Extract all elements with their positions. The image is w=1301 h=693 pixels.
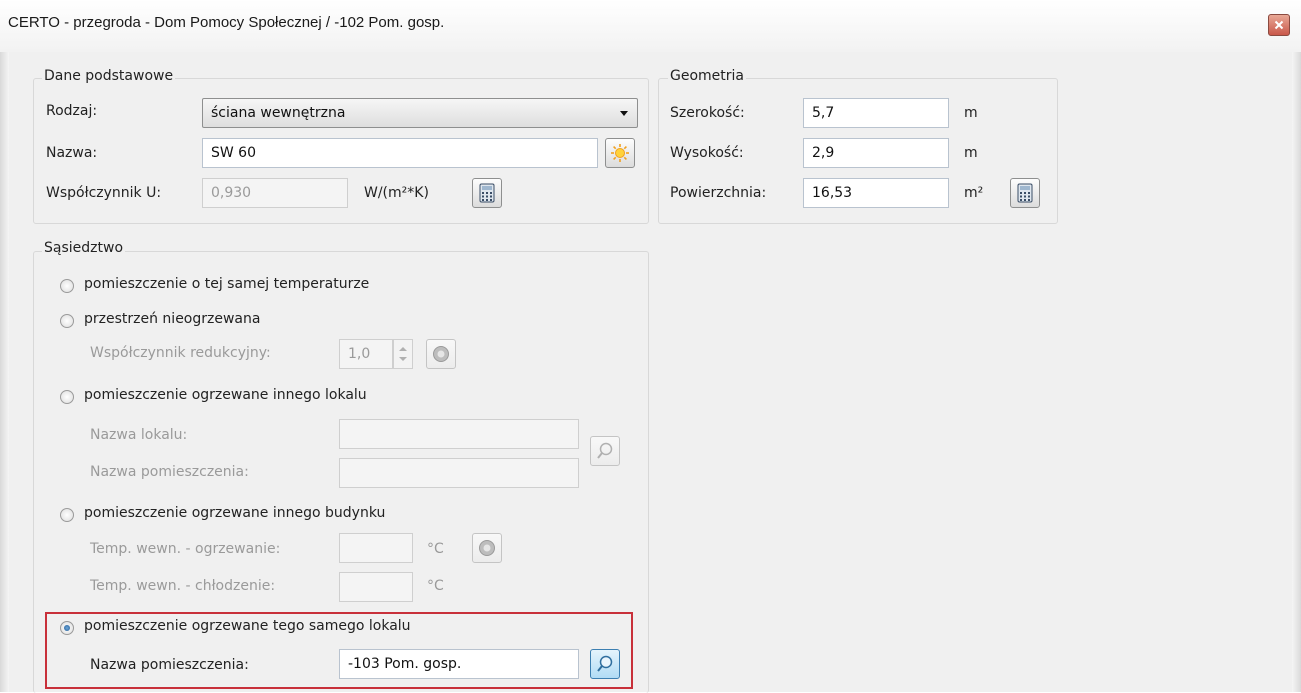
area-unit: m²: [964, 185, 984, 201]
sun-button[interactable]: [605, 138, 635, 168]
same-unit-room-name-field[interactable]: -103 Pom. gosp.: [339, 649, 579, 679]
neighborhood-title: Sąsiedztwo: [42, 240, 126, 256]
u-coefficient-value: 0,930: [211, 185, 252, 201]
type-select[interactable]: ściana wewnętrzna: [202, 98, 638, 128]
u-calculator-button[interactable]: [472, 178, 502, 208]
other-unit-search-button: [590, 436, 620, 466]
dialog-window: CERTO - przegroda - Dom Pomocy Społeczne…: [0, 0, 1301, 693]
radio-unheated-space[interactable]: [60, 314, 74, 328]
chevron-down-icon: [620, 111, 628, 116]
unit-name-label: Nazwa lokalu:: [90, 427, 188, 443]
reduction-coefficient-value: 1,0: [348, 346, 371, 362]
temp-cooling-unit: °C: [427, 578, 444, 594]
radio-other-building[interactable]: [60, 508, 74, 522]
name-field-value: SW 60: [211, 145, 256, 161]
same-unit-room-name-label: Nazwa pomieszczenia:: [90, 657, 249, 673]
same-unit-room-name-value: -103 Pom. gosp.: [348, 656, 462, 672]
other-unit-room-name-field: [339, 458, 579, 488]
width-field-value: 5,7: [812, 105, 835, 121]
reduction-spinner: [393, 339, 413, 369]
name-field[interactable]: SW 60: [202, 138, 598, 168]
close-button[interactable]: [1268, 14, 1290, 36]
window-left-border: [0, 52, 9, 692]
title-bar: CERTO - przegroda - Dom Pomocy Społeczne…: [0, 0, 1301, 52]
close-icon: [1274, 20, 1284, 30]
temp-help-button: [472, 533, 502, 563]
unit-name-field: [339, 419, 579, 449]
width-unit: m: [964, 105, 978, 121]
spin-down-icon: [399, 357, 407, 361]
reduction-help-button: [426, 339, 456, 369]
height-label: Wysokość:: [670, 145, 744, 161]
option-unheated-space-label[interactable]: przestrzeń nieogrzewana: [84, 311, 260, 327]
u-coefficient-field: 0,930: [202, 178, 348, 208]
spin-up-icon: [399, 347, 407, 351]
type-label: Rodzaj:: [46, 103, 98, 119]
radio-same-temperature[interactable]: [60, 279, 74, 293]
name-label: Nazwa:: [46, 145, 98, 161]
u-coefficient-label: Współczynnik U:: [46, 185, 162, 201]
height-field[interactable]: 2,9: [803, 138, 949, 168]
basic-data-title: Dane podstawowe: [42, 68, 176, 84]
area-field[interactable]: 16,53: [803, 178, 949, 208]
temp-cooling-field: [339, 572, 413, 602]
type-select-value: ściana wewnętrzna: [211, 105, 346, 121]
height-field-value: 2,9: [812, 145, 835, 161]
area-calculator-button[interactable]: [1010, 178, 1040, 208]
temp-heating-unit: °C: [427, 541, 444, 557]
height-unit: m: [964, 145, 978, 161]
reduction-coefficient-label: Współczynnik redukcyjny:: [90, 345, 271, 361]
reduction-coefficient-field: 1,0: [339, 339, 393, 369]
option-other-unit-label[interactable]: pomieszczenie ogrzewane innego lokalu: [84, 387, 367, 403]
temp-cooling-label: Temp. wewn. - chłodzenie:: [90, 578, 276, 594]
help-icon: [479, 540, 495, 556]
width-field[interactable]: 5,7: [803, 98, 949, 128]
radio-same-unit[interactable]: [60, 621, 74, 635]
radio-other-unit[interactable]: [60, 390, 74, 404]
window-right-border: [1292, 52, 1301, 692]
area-field-value: 16,53: [812, 185, 853, 201]
window-title: CERTO - przegroda - Dom Pomocy Społeczne…: [8, 14, 445, 31]
u-unit-label: W/(m²*K): [364, 185, 429, 201]
temp-heating-label: Temp. wewn. - ogrzewanie:: [90, 541, 281, 557]
sun-icon: [611, 144, 629, 162]
option-same-unit-label[interactable]: pomieszczenie ogrzewane tego samego loka…: [84, 618, 411, 634]
option-same-temperature-label[interactable]: pomieszczenie o tej samej temperaturze: [84, 276, 369, 292]
temp-heating-field: [339, 533, 413, 563]
width-label: Szerokość:: [670, 105, 745, 121]
search-icon: [597, 442, 613, 459]
same-unit-search-button[interactable]: [590, 649, 620, 679]
calculator-icon: [1017, 183, 1033, 203]
search-icon: [597, 655, 613, 672]
option-other-building-label[interactable]: pomieszczenie ogrzewane innego budynku: [84, 505, 385, 521]
calculator-icon: [479, 183, 495, 203]
area-label: Powierzchnia:: [670, 185, 767, 201]
help-icon: [433, 346, 449, 362]
other-unit-room-name-label: Nazwa pomieszczenia:: [90, 464, 249, 480]
geometry-title: Geometria: [668, 68, 746, 84]
